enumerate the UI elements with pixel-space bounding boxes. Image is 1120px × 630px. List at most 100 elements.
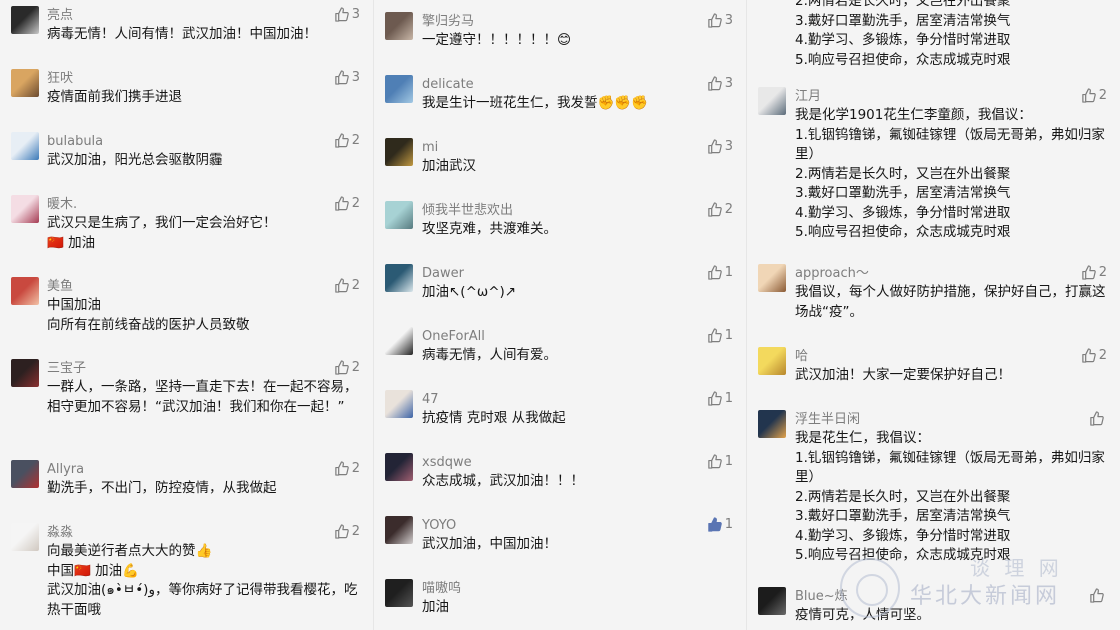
avatar[interactable] [385, 264, 413, 292]
like-button[interactable] [1089, 411, 1107, 426]
commenter-name[interactable]: bulabula [47, 132, 361, 151]
like-button[interactable]: 3 [707, 13, 733, 28]
commenter-name[interactable]: 美鱼 [47, 277, 361, 296]
commenter-name[interactable]: Dawer [422, 264, 734, 283]
like-count: 1 [724, 265, 733, 280]
avatar[interactable] [11, 460, 39, 488]
like-count: 1 [724, 328, 733, 343]
commenter-name[interactable]: 擎归劣马 [422, 12, 734, 31]
commenter-name[interactable]: delicate [422, 75, 734, 94]
like-button[interactable]: 1 [707, 265, 733, 280]
avatar[interactable] [385, 138, 413, 166]
avatar[interactable] [385, 453, 413, 481]
avatar[interactable] [758, 264, 786, 292]
comment-item: 淼淼 向最美逆行者点大大的赞👍 中国🇨🇳 加油💪 武汉加油(๑•̀ㅂ•́)و，等… [0, 523, 373, 621]
like-button[interactable]: 2 [334, 360, 360, 375]
comment-text: 武汉加油，中国加油！ [422, 536, 557, 552]
commenter-name[interactable]: approach～ [795, 264, 1108, 283]
comment-text: 向最美逆行者点大大的赞👍 中国🇨🇳 加油💪 武汉加油(๑•̀ㅂ•́)و，等你病好… [47, 543, 358, 618]
commenter-name[interactable]: OneForAll [422, 327, 734, 346]
avatar-image [11, 460, 39, 488]
like-button[interactable]: 2 [1081, 348, 1107, 363]
like-count: 3 [351, 70, 360, 85]
commenter-name[interactable]: YOYO [422, 516, 734, 535]
avatar-image [758, 87, 786, 115]
like-button[interactable]: 3 [707, 76, 733, 91]
avatar[interactable] [385, 390, 413, 418]
avatar[interactable] [758, 410, 786, 438]
comment-item: 47 抗疫情 克时艰 从我做起 1 [374, 390, 746, 430]
comment-list: 亮点 病毒无情！人间有情！武汉加油！中国加油！ 3 狂吠 疫情面前我们携手进退 … [0, 6, 373, 630]
like-button[interactable]: 2 [334, 278, 360, 293]
commenter-name[interactable]: Allyra [47, 460, 361, 479]
thumbs-up-icon [707, 76, 722, 91]
commenter-name[interactable]: 暖木. [47, 195, 361, 214]
avatar[interactable] [11, 277, 39, 305]
like-button[interactable]: 3 [334, 70, 360, 85]
avatar-image [385, 138, 413, 166]
avatar[interactable] [758, 347, 786, 375]
thumbs-up-icon [707, 139, 722, 154]
thumbs-up-icon [707, 454, 722, 469]
avatar[interactable] [385, 516, 413, 544]
avatar[interactable] [385, 75, 413, 103]
commenter-name[interactable]: xsdqwe [422, 453, 734, 472]
commenter-name[interactable]: 江月 [795, 87, 1108, 106]
avatar[interactable] [11, 132, 39, 160]
avatar-image [385, 453, 413, 481]
like-count: 2 [351, 133, 360, 148]
like-button[interactable]: 1 [707, 454, 733, 469]
thumbs-up-icon [334, 7, 349, 22]
commenter-name[interactable]: 浮生半日闲 [795, 410, 1108, 429]
commenter-name[interactable]: 47 [422, 390, 734, 409]
commenter-name[interactable]: 淼淼 [47, 523, 361, 542]
comment-item: Blue~炼 疫情可克，人情可坚。 [747, 587, 1120, 627]
commenter-name[interactable]: 狂吠 [47, 69, 361, 88]
avatar-image [385, 264, 413, 292]
avatar[interactable] [11, 195, 39, 223]
like-button[interactable]: 1 [707, 391, 733, 406]
like-button[interactable]: 3 [707, 139, 733, 154]
avatar[interactable] [11, 6, 39, 34]
commenter-name[interactable]: 哈 [795, 347, 1108, 366]
commenter-name[interactable]: Blue~炼 [795, 587, 1108, 606]
commenter-name[interactable]: mi [422, 138, 734, 157]
avatar[interactable] [385, 12, 413, 40]
like-button[interactable]: 1 [707, 517, 733, 532]
comment-text: 武汉加油！大家一定要保护好自己！ [795, 367, 1011, 383]
avatar[interactable] [758, 87, 786, 115]
like-button[interactable]: 2 [1081, 88, 1107, 103]
avatar-image [385, 201, 413, 229]
avatar-image [11, 69, 39, 97]
avatar[interactable] [385, 327, 413, 355]
avatar[interactable] [385, 201, 413, 229]
avatar[interactable] [11, 523, 39, 551]
comment-column-1: 亮点 病毒无情！人间有情！武汉加油！中国加油！ 3 狂吠 疫情面前我们携手进退 … [0, 0, 373, 630]
like-button[interactable] [1089, 588, 1107, 603]
commenter-name[interactable]: 倾我半世悲欢出 [422, 201, 734, 220]
avatar[interactable] [758, 587, 786, 615]
avatar[interactable] [11, 69, 39, 97]
like-button[interactable]: 2 [334, 524, 360, 539]
like-button[interactable]: 3 [334, 7, 360, 22]
like-button[interactable]: 1 [707, 328, 733, 343]
thumbs-up-icon [707, 13, 722, 28]
like-count: 2 [1098, 88, 1107, 103]
comment-item: YOYO 武汉加油，中国加油！ 1 [374, 516, 746, 556]
thumbs-up-icon [334, 70, 349, 85]
comment-text: 一群人，一条路，坚持一直走下去！在一起不容易，相守更加不容易！“武汉加油！我们和… [47, 379, 358, 415]
like-count: 3 [724, 13, 733, 28]
like-button[interactable]: 2 [1081, 265, 1107, 280]
avatar[interactable] [385, 579, 413, 607]
avatar-image [385, 327, 413, 355]
commenter-name[interactable]: 三宝子 [47, 359, 361, 378]
commenter-name[interactable]: 亮点 [47, 6, 361, 25]
commenter-name[interactable]: 喵嗷呜 [422, 579, 734, 598]
avatar[interactable] [11, 359, 39, 387]
like-count: 1 [724, 517, 733, 532]
like-button[interactable]: 2 [334, 461, 360, 476]
like-button[interactable]: 2 [334, 196, 360, 211]
like-button[interactable]: 2 [707, 202, 733, 217]
avatar-image [385, 75, 413, 103]
like-button[interactable]: 2 [334, 133, 360, 148]
